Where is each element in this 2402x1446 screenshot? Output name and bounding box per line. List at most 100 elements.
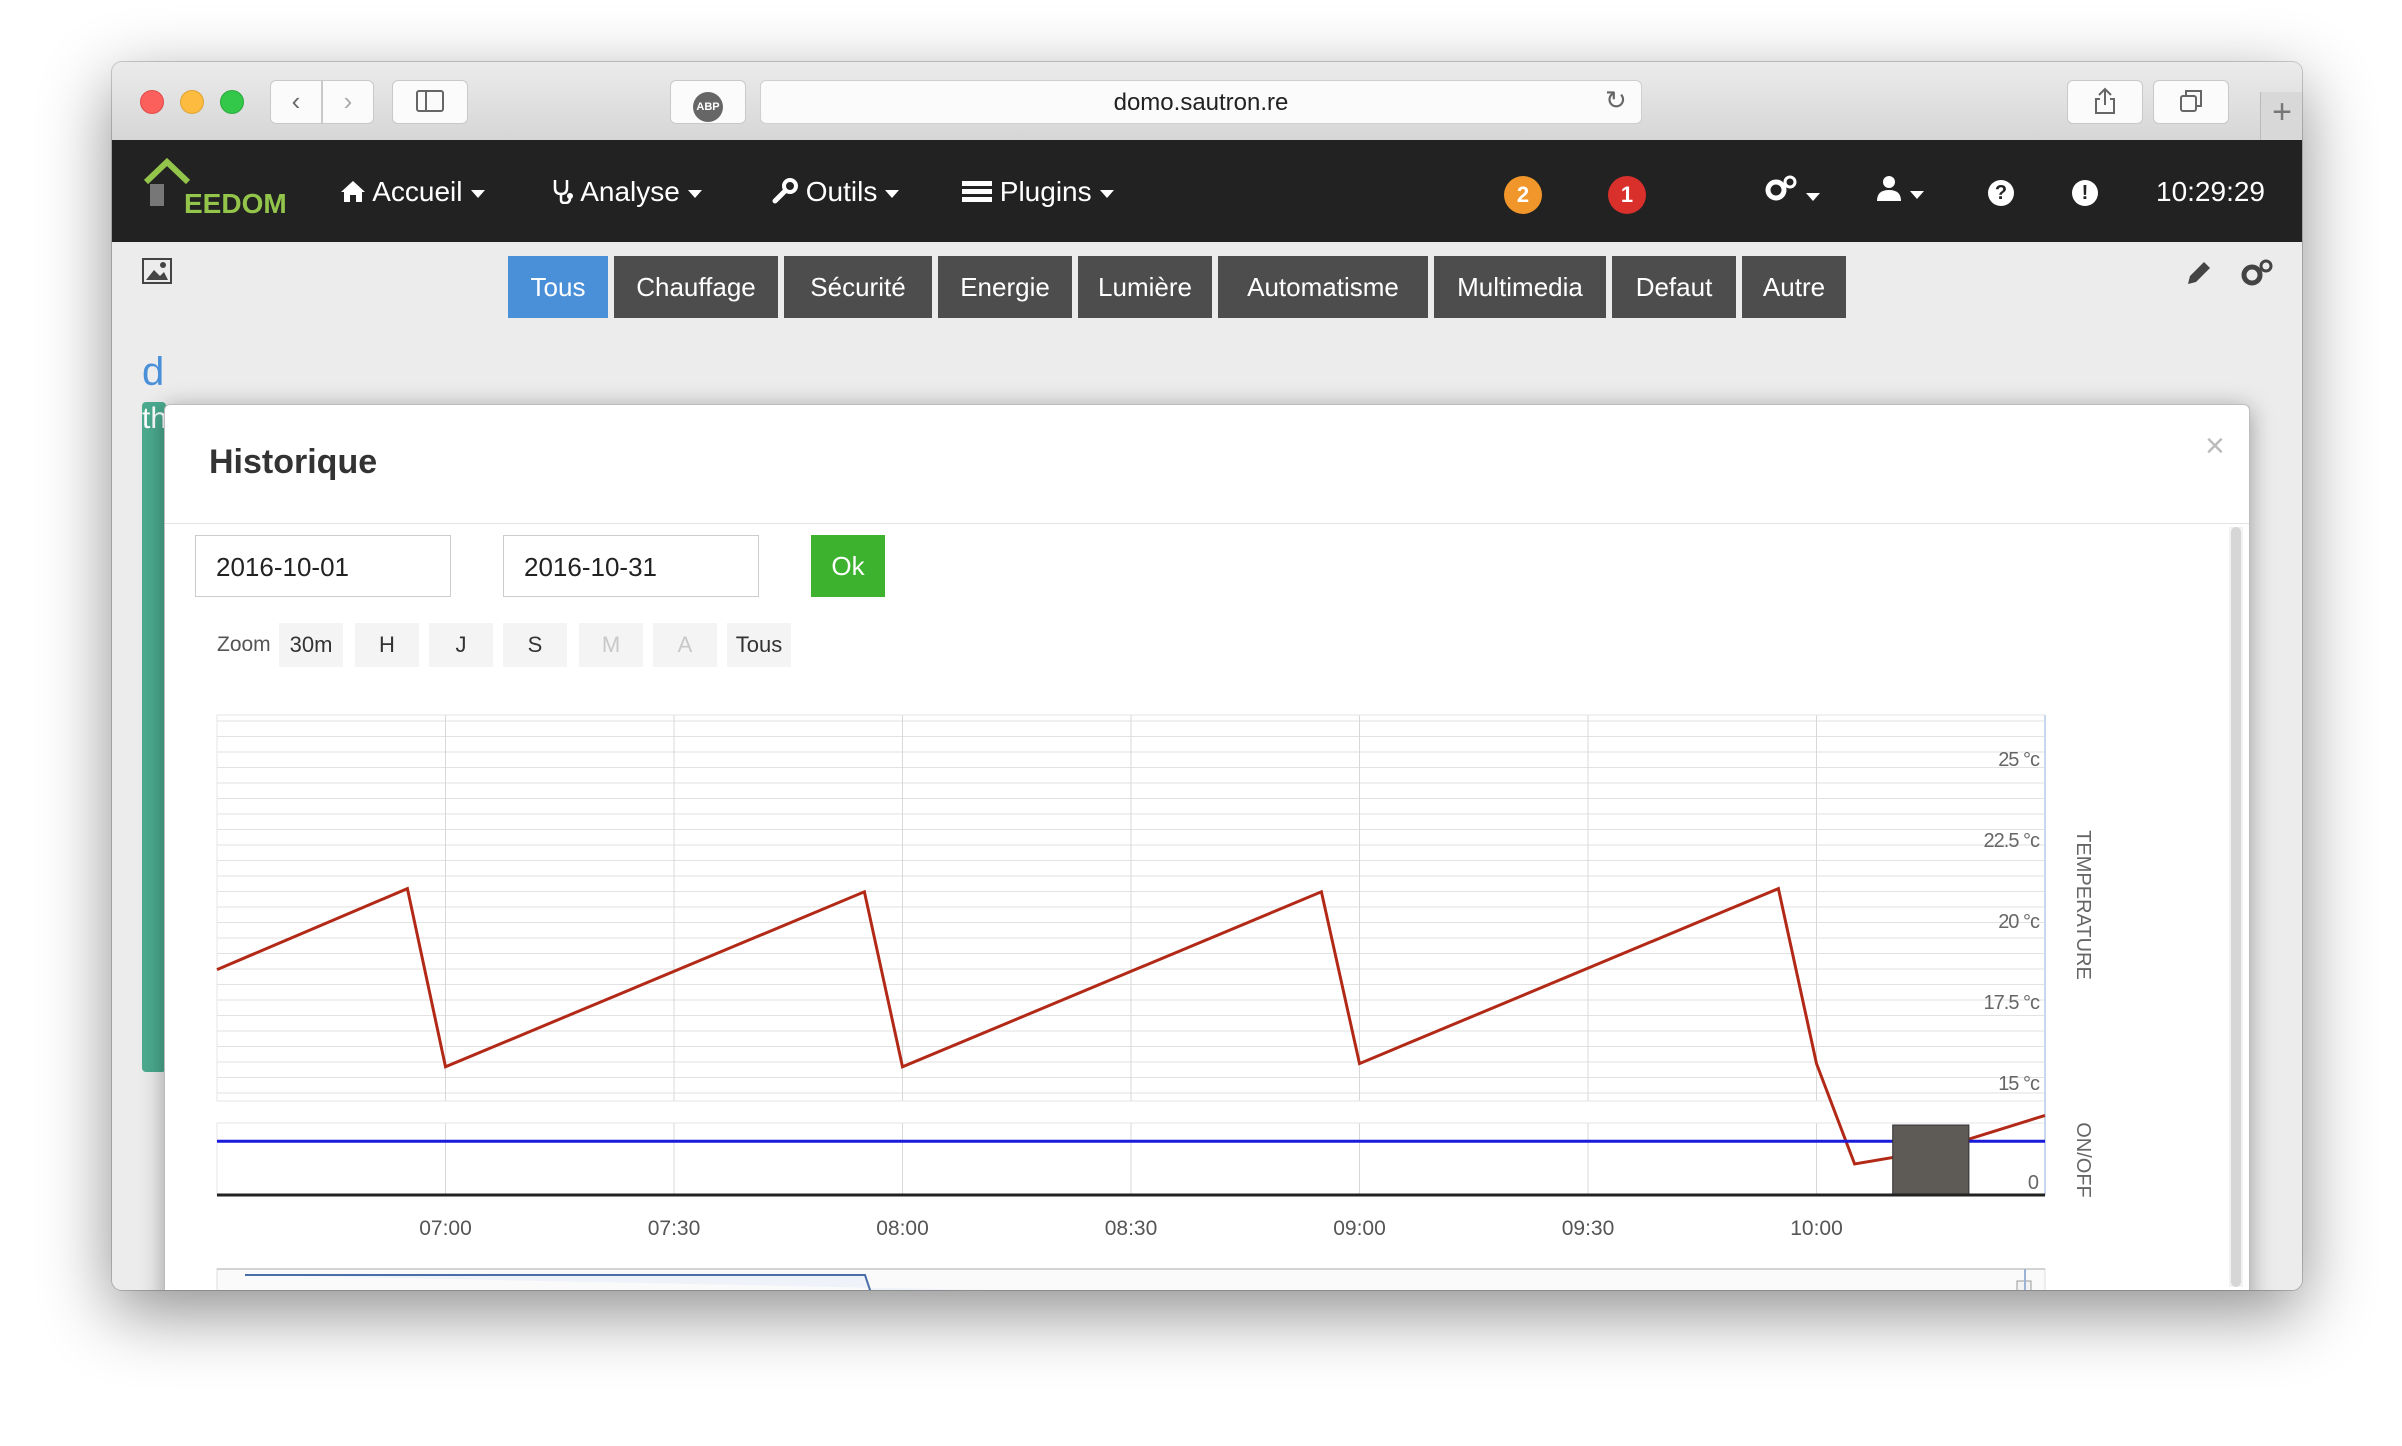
category-button[interactable]: Lumière bbox=[1078, 256, 1212, 318]
x-tick-label: 09:30 bbox=[1562, 1217, 1615, 1240]
image-icon[interactable] bbox=[142, 258, 172, 284]
history-chart[interactable]: 25 °c 22.5 °c 20 °c 17.5 °c 15 °c TEMPERATURE… bbox=[165, 665, 2249, 1290]
x-tick-label: 08:30 bbox=[1105, 1217, 1158, 1240]
menu-accueil-label: Accueil bbox=[372, 176, 463, 207]
alert-icon[interactable]: ! bbox=[2072, 180, 2098, 206]
stethoscope-icon bbox=[553, 180, 573, 205]
background-widget: th bbox=[142, 402, 167, 1072]
menu-outils[interactable]: Outils bbox=[772, 176, 900, 208]
category-button[interactable]: Chauffage bbox=[614, 256, 778, 318]
category-button[interactable]: Sécurité bbox=[784, 256, 932, 318]
zoom-button[interactable]: A bbox=[653, 623, 717, 667]
zoom-window-button[interactable] bbox=[220, 90, 244, 114]
logo-text: EEDOM bbox=[184, 188, 287, 219]
x-tick-label: 10:00 bbox=[1790, 1217, 1843, 1240]
zoom-button[interactable]: Tous bbox=[727, 623, 791, 667]
caret-down-icon bbox=[687, 189, 702, 198]
modal-close-button[interactable]: × bbox=[2205, 427, 2225, 466]
cogs-icon bbox=[1765, 175, 1797, 201]
zoom-button[interactable]: M bbox=[579, 623, 643, 667]
page-body: Tous Chauffage Sécurité Energie Lumière Autom… bbox=[112, 242, 2302, 1290]
reload-icon[interactable]: ↻ bbox=[1605, 85, 1627, 116]
date-start-input[interactable]: 2016-10-01 bbox=[195, 535, 451, 597]
x-tick-label: 07:00 bbox=[419, 1217, 472, 1240]
adblock-button[interactable]: ABP bbox=[670, 80, 746, 124]
onoff-bar bbox=[1892, 1124, 1970, 1196]
caret-down-icon bbox=[1910, 190, 1924, 199]
tasks-icon bbox=[962, 181, 992, 202]
modal-title: Historique bbox=[209, 443, 378, 481]
plus-icon: + bbox=[2272, 93, 2292, 131]
category-button[interactable]: Tous bbox=[508, 256, 608, 318]
menu-plugins[interactable]: Plugins bbox=[962, 176, 1114, 208]
y-tick-label: 22.5 °c bbox=[1984, 830, 2040, 852]
warning-badge[interactable]: 2 bbox=[1504, 176, 1542, 214]
y-tick-label: 25 °c bbox=[1998, 749, 2040, 771]
caret-down-icon bbox=[1099, 189, 1114, 198]
menu-accueil[interactable]: Accueil bbox=[340, 176, 485, 208]
y-tick-label: 20 °c bbox=[1998, 911, 2040, 933]
y-tick-label: 15 °c bbox=[1998, 1073, 2040, 1095]
y-axis-title: TEMPERATURE bbox=[2072, 830, 2094, 980]
menu-plugins-label: Plugins bbox=[999, 176, 1092, 207]
x-tick-label: 07:30 bbox=[648, 1217, 701, 1240]
category-button[interactable]: Multimedia bbox=[1434, 256, 1606, 318]
y-axis-title: ON/OFF bbox=[2072, 1122, 2094, 1198]
x-tick-label: 09:00 bbox=[1333, 1217, 1386, 1240]
historique-modal: Historique × 2016-10-01 2016-10-31 Ok Zo… bbox=[164, 404, 2250, 1290]
caret-down-icon bbox=[1806, 192, 1820, 201]
help-icon[interactable]: ? bbox=[1988, 180, 2014, 206]
background-title-fragment: d bbox=[142, 350, 165, 394]
adblock-icon: ABP bbox=[693, 92, 723, 122]
back-button[interactable]: ‹ bbox=[270, 80, 322, 124]
home-icon bbox=[341, 181, 365, 202]
close-window-button[interactable] bbox=[140, 90, 164, 114]
tabs-icon bbox=[2180, 90, 2202, 112]
tabs-overview-button[interactable] bbox=[2153, 80, 2229, 124]
chevron-left-icon: ‹ bbox=[291, 86, 301, 116]
sidebar-toggle-button[interactable] bbox=[392, 80, 468, 124]
user-icon bbox=[1877, 176, 1901, 201]
menu-analyse[interactable]: Analyse bbox=[552, 176, 702, 208]
browser-titlebar: ‹ › ABP domo.sautron.re ↻ + bbox=[112, 62, 2302, 141]
ok-button[interactable]: Ok bbox=[811, 535, 885, 597]
pencil-icon[interactable] bbox=[2184, 260, 2212, 288]
category-button[interactable]: Autre bbox=[1742, 256, 1846, 318]
zoom-button[interactable]: H bbox=[355, 623, 419, 667]
jeedom-navbar: EEDOM Accueil Analyse Outils Plugins 2 1… bbox=[112, 140, 2302, 242]
menu-outils-label: Outils bbox=[805, 176, 878, 207]
zoom-button[interactable]: 30m bbox=[279, 623, 343, 667]
zoom-button[interactable]: S bbox=[503, 623, 567, 667]
x-tick-label: 08:00 bbox=[876, 1217, 929, 1240]
modal-scrollbar[interactable] bbox=[2229, 527, 2243, 1287]
forward-button[interactable]: › bbox=[322, 80, 374, 124]
caret-down-icon bbox=[470, 189, 485, 198]
sidebar-icon bbox=[416, 90, 444, 112]
menu-analyse-label: Analyse bbox=[580, 176, 680, 207]
share-button[interactable] bbox=[2067, 80, 2143, 124]
minimize-window-button[interactable] bbox=[180, 90, 204, 114]
url-text: domo.sautron.re bbox=[1113, 89, 1289, 116]
date-end-input[interactable]: 2016-10-31 bbox=[503, 535, 759, 597]
scrollbar-thumb[interactable] bbox=[2231, 527, 2241, 1287]
browser-window: ‹ › ABP domo.sautron.re ↻ + EEDOM Accuei… bbox=[112, 62, 2302, 1290]
cogs-icon[interactable] bbox=[2240, 258, 2274, 288]
zoom-label: Zoom bbox=[217, 633, 271, 656]
y-tick-label: 17.5 °c bbox=[1984, 992, 2040, 1014]
category-button[interactable]: Automatisme bbox=[1218, 256, 1428, 318]
user-menu[interactable] bbox=[1876, 174, 1924, 209]
share-icon bbox=[2095, 87, 2115, 114]
modal-header-divider bbox=[165, 523, 2249, 524]
jeedom-logo[interactable]: EEDOM bbox=[142, 158, 292, 222]
url-bar[interactable]: domo.sautron.re ↻ bbox=[760, 80, 1642, 124]
settings-menu[interactable] bbox=[1764, 174, 1820, 211]
new-tab-button[interactable]: + bbox=[2260, 92, 2302, 140]
y-tick-label: 0 bbox=[2028, 1172, 2039, 1194]
clock: 10:29:29 bbox=[2156, 176, 2265, 207]
wrench-icon bbox=[772, 178, 798, 204]
category-button[interactable]: Defaut bbox=[1612, 256, 1736, 318]
zoom-button[interactable]: J bbox=[429, 623, 493, 667]
error-badge[interactable]: 1 bbox=[1608, 176, 1646, 214]
category-button[interactable]: Energie bbox=[938, 256, 1072, 318]
chevron-right-icon: › bbox=[343, 86, 353, 116]
